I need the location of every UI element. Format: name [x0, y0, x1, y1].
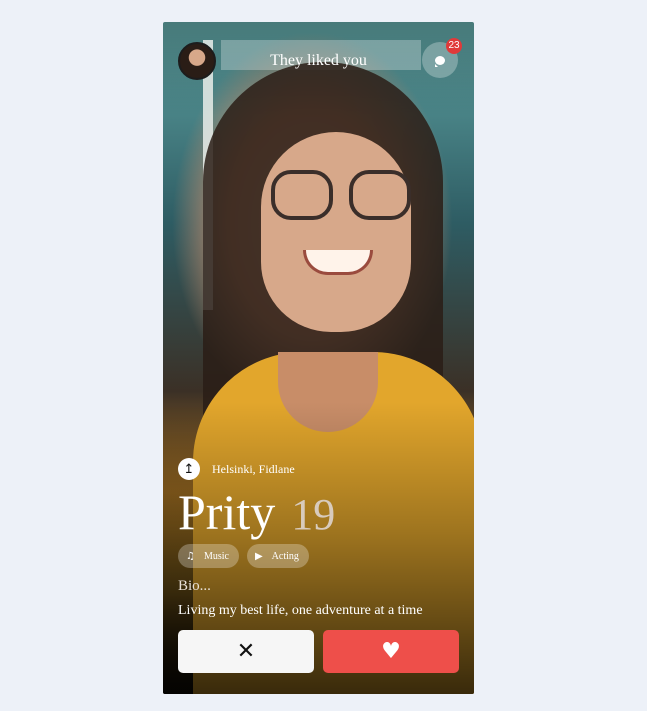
profile-age: 19	[291, 490, 336, 539]
notification-badge: 23	[446, 38, 462, 54]
like-button[interactable]: ♥	[323, 630, 459, 673]
photo-glasses-right	[349, 170, 411, 220]
music-note-icon: ♫	[186, 550, 195, 562]
photo-face	[261, 132, 411, 332]
profile-info: ↥ Helsinki, Fidlane Prity 19 ♫ Music ▶ A…	[178, 458, 459, 619]
profile-name: Prity	[178, 484, 276, 540]
pass-button[interactable]: ✕	[178, 630, 314, 673]
top-bar: They liked you 23	[163, 38, 474, 82]
heart-icon: ♥	[381, 638, 401, 664]
interest-label: Acting	[271, 550, 299, 562]
play-icon: ▶	[254, 550, 263, 562]
profile-card[interactable]: They liked you 23 ↥ Helsinki, Fidlane Pr…	[163, 22, 474, 694]
navigation-arrow-icon: ↥	[178, 458, 200, 480]
interest-tag-music[interactable]: ♫ Music	[178, 544, 239, 568]
location-row: ↥ Helsinki, Fidlane	[178, 458, 459, 480]
bio-text: Living my best life, one adventure at a …	[178, 603, 423, 618]
chat-bubble-icon	[435, 55, 445, 67]
close-icon: ✕	[236, 638, 256, 664]
name-row: Prity 19	[178, 484, 459, 540]
bio-label: Bio...	[178, 578, 211, 594]
location-text: Helsinki, Fidlane	[212, 461, 295, 476]
interest-tag-acting[interactable]: ▶ Acting	[246, 544, 309, 568]
photo-glasses-left	[271, 170, 333, 220]
interest-tags: ♫ Music ▶ Acting	[178, 544, 459, 568]
interest-label: Music	[203, 550, 229, 562]
action-bar: ✕ ♥	[178, 630, 459, 673]
